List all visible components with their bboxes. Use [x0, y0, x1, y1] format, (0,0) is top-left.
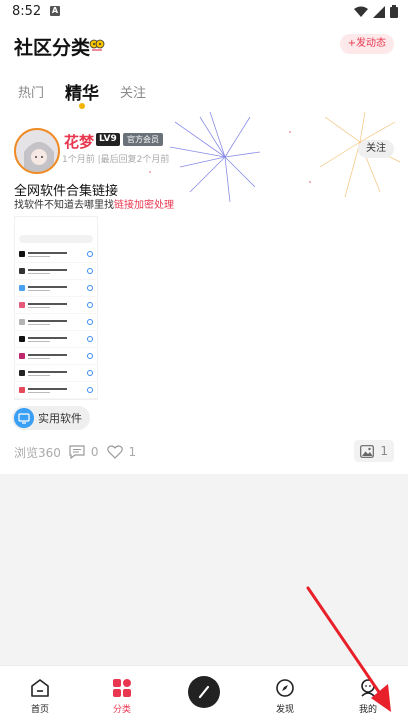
compass-icon: [276, 679, 294, 697]
nav-profile[interactable]: 我的: [343, 676, 393, 715]
post-meta: 1个月前 |最后回复2个月前: [62, 155, 170, 165]
software-tag-icon: [14, 408, 34, 428]
status-icons: [354, 5, 398, 18]
image-icon: [360, 444, 375, 458]
level-badge: LV9: [96, 133, 120, 146]
thumbnail-row: [15, 348, 97, 365]
comment-stat[interactable]: 0: [69, 445, 99, 459]
pen-icon: [198, 685, 210, 699]
nav-home[interactable]: 首页: [15, 676, 65, 715]
tag-label: 实用软件: [38, 412, 82, 425]
thumbnail-row: [15, 365, 97, 382]
active-tab-indicator: [79, 103, 85, 109]
thumbnail-search: [19, 235, 93, 243]
avatar: [14, 128, 60, 174]
like-stat[interactable]: 1: [106, 445, 137, 459]
battery-icon: [390, 5, 398, 18]
nav-category-label: 分类: [112, 705, 131, 715]
nav-profile-label: 我的: [358, 705, 377, 715]
tab-featured[interactable]: 精华: [65, 79, 99, 104]
thumbnail-row: [15, 331, 97, 348]
follow-button[interactable]: 关注: [358, 140, 394, 158]
status-bar: 8:52 A: [0, 0, 408, 24]
tab-following[interactable]: 关注: [120, 82, 146, 101]
heart-icon: [106, 445, 123, 459]
qq-emoji-icon: [89, 39, 105, 51]
user-avatar[interactable]: [14, 128, 60, 174]
post-image-thumbnail[interactable]: [14, 216, 98, 400]
role-badge: 官方会员: [123, 133, 163, 146]
category-grid-icon: [113, 679, 131, 697]
profile-icon: [361, 679, 375, 697]
image-count-value: 1: [380, 444, 388, 458]
thumbnail-row: [15, 246, 97, 263]
compose-button[interactable]: [188, 676, 220, 708]
fireworks-decoration: [149, 112, 401, 203]
thumbnail-status: [15, 217, 97, 235]
page-title: 社区分类: [14, 37, 91, 59]
nav-category[interactable]: 分类: [97, 676, 147, 715]
thumbnail-row: [15, 280, 97, 297]
signal-icon: [373, 5, 385, 18]
post-subtitle-highlight: 链接加密处理: [114, 200, 174, 211]
thumbnail-row: [15, 263, 97, 280]
image-count: 1: [354, 440, 394, 462]
nav-home-label: 首页: [30, 705, 49, 715]
like-count: 1: [128, 445, 137, 459]
tab-bar: 热门 精华 关注: [0, 68, 408, 112]
comment-count: 0: [90, 445, 99, 459]
wifi-icon: [354, 6, 368, 17]
post-subtitle-text: 找软件不知道去哪里找: [14, 200, 114, 211]
nav-discover[interactable]: 发现: [260, 676, 310, 715]
comment-icon: [69, 445, 85, 459]
nav-discover-label: 发现: [275, 705, 294, 715]
thumbnail-row: [15, 382, 97, 399]
bottom-nav: 首页 分类 发现 我的: [0, 665, 408, 725]
category-tag[interactable]: 实用软件: [12, 406, 90, 430]
thumbnail-row: [15, 314, 97, 331]
home-icon: [31, 679, 49, 697]
avatar-illustration-icon: [24, 142, 54, 172]
thumbnail-row: [15, 297, 97, 314]
post-subtitle: 找软件不知道去哪里找链接加密处理: [14, 196, 174, 211]
tab-hot[interactable]: 热门: [18, 82, 44, 101]
notification-a-icon: A: [50, 6, 60, 16]
header: 社区分类 +发动态: [0, 24, 408, 68]
username[interactable]: 花梦: [64, 131, 94, 152]
view-count: 浏览360: [14, 445, 61, 460]
post-stats: 浏览360 0 1: [14, 444, 136, 460]
status-time: 8:52: [12, 4, 42, 19]
post-dynamic-button[interactable]: +发动态: [339, 34, 394, 54]
